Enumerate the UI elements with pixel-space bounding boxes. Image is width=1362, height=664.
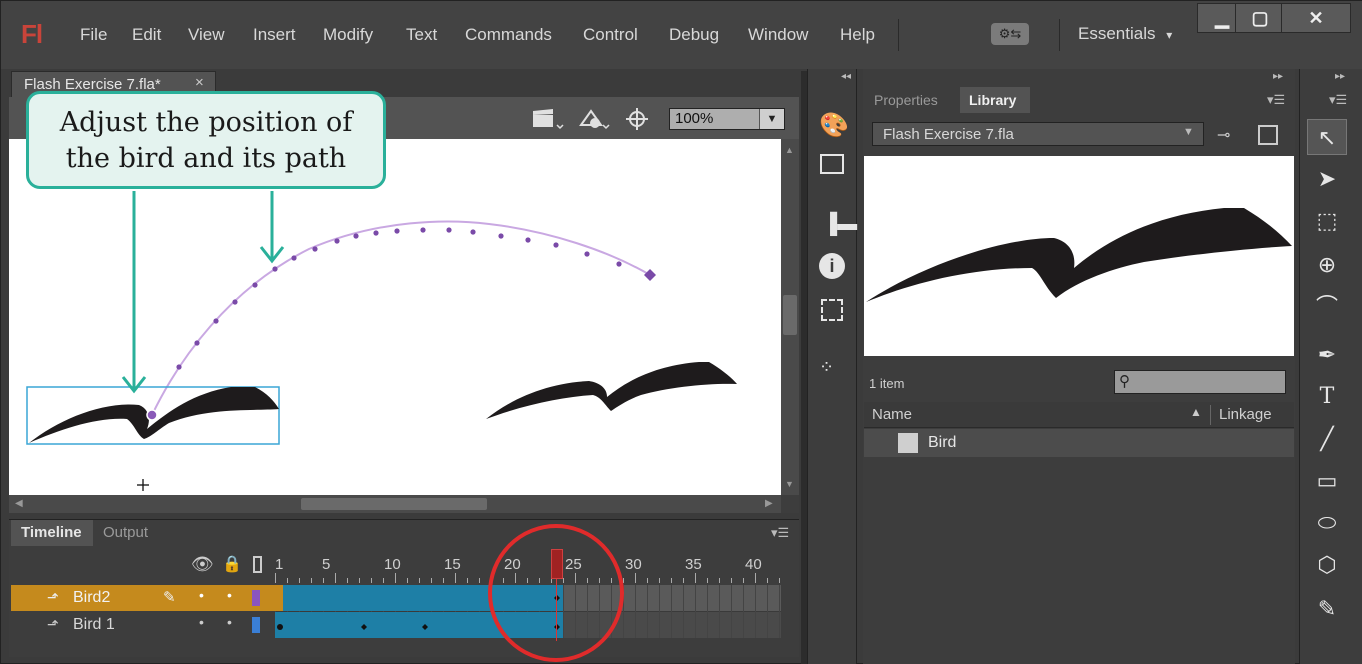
library-search-input[interactable]: ⚲ bbox=[1114, 370, 1286, 394]
pencil-icon: ✎ bbox=[163, 589, 176, 606]
rectangle-tool-icon[interactable]: ▭ bbox=[1307, 463, 1347, 499]
line-tool-icon[interactable]: ╱ bbox=[1307, 421, 1347, 457]
free-transform-tool-icon[interactable]: ⬚ bbox=[1307, 203, 1347, 239]
lasso-tool-icon[interactable]: ⌒ bbox=[1307, 289, 1347, 325]
pin-icon[interactable]: ⊸ bbox=[1217, 125, 1230, 145]
info-icon[interactable]: i bbox=[819, 253, 845, 279]
library-column-header: Name ▲ Linkage bbox=[864, 402, 1294, 428]
crosshair-cursor-icon bbox=[137, 479, 149, 491]
library-item-bird[interactable]: Bird bbox=[864, 429, 1294, 457]
stage-horizontal-scrollbar[interactable]: ◀ ▶ bbox=[9, 495, 781, 513]
color-palette-icon[interactable]: 🎨 bbox=[819, 111, 849, 140]
panel-menu-icon[interactable]: ▾☰ bbox=[1267, 92, 1285, 108]
movie-clip-icon bbox=[898, 433, 918, 453]
layer-row-bird2[interactable]: ⬏ Bird2 ✎ • • bbox=[11, 585, 276, 611]
menu-divider bbox=[898, 19, 899, 51]
menu-help[interactable]: Help bbox=[840, 25, 875, 45]
tab-properties[interactable]: Properties bbox=[874, 92, 938, 108]
pen-tool-icon[interactable]: ✒ bbox=[1307, 337, 1347, 373]
panel-menu-icon[interactable]: ▾☰ bbox=[771, 525, 789, 541]
horizontal-scroll-thumb[interactable] bbox=[301, 498, 487, 510]
swatches-grid-icon[interactable] bbox=[820, 154, 844, 174]
collapse-arrows-icon[interactable]: ◂◂ bbox=[841, 71, 851, 82]
lock-dot[interactable]: • bbox=[227, 614, 232, 630]
chevron-down-icon: ▼ bbox=[1183, 126, 1194, 138]
gears-icon: ⚙⇆ bbox=[998, 26, 1022, 41]
layer-icon: ⬏ bbox=[47, 616, 59, 632]
layer-color-swatch[interactable] bbox=[252, 617, 260, 633]
maximize-button[interactable]: ▢ bbox=[1235, 3, 1285, 33]
scroll-corner bbox=[781, 495, 799, 513]
scroll-up-icon[interactable]: ▲ bbox=[785, 145, 794, 155]
scroll-left-icon[interactable]: ◀ bbox=[15, 498, 23, 509]
library-item-name: Bird bbox=[928, 434, 957, 451]
expand-arrows-icon[interactable]: ▸▸ bbox=[1273, 71, 1283, 82]
tab-timeline[interactable]: Timeline bbox=[11, 520, 93, 546]
menu-divider bbox=[1059, 19, 1060, 51]
show-hide-eye-icon[interactable]: 👁 bbox=[191, 554, 214, 575]
align-icon[interactable]: ▐▬ bbox=[823, 213, 857, 236]
tab-library[interactable]: Library bbox=[960, 87, 1030, 113]
tab-output[interactable]: Output bbox=[103, 524, 148, 541]
layer-name[interactable]: Bird2 bbox=[73, 589, 110, 607]
layer-icon: ⬏ bbox=[47, 589, 59, 605]
new-library-panel-icon[interactable] bbox=[1258, 125, 1278, 145]
oval-tool-icon[interactable]: ⬭ bbox=[1307, 505, 1347, 541]
subselection-tool-icon[interactable]: ➤ bbox=[1307, 161, 1347, 197]
scroll-right-icon[interactable]: ▶ bbox=[765, 498, 773, 509]
lock-icon[interactable]: 🔒 bbox=[222, 554, 242, 574]
playhead-highlight-circle bbox=[488, 524, 624, 662]
close-window-button[interactable]: ✕ bbox=[1281, 3, 1351, 33]
polystar-tool-icon[interactable]: ⬡ bbox=[1307, 547, 1347, 583]
components-icon[interactable]: ⁘ bbox=[819, 357, 834, 378]
callout-arrows bbox=[121, 191, 285, 394]
vertical-scroll-thumb[interactable] bbox=[783, 295, 797, 335]
text-tool-icon[interactable]: T bbox=[1307, 379, 1347, 415]
pencil-tool-icon[interactable]: ✎ bbox=[1307, 591, 1347, 627]
column-linkage[interactable]: Linkage bbox=[1219, 406, 1272, 423]
column-divider bbox=[1210, 405, 1211, 425]
3d-rotation-tool-icon[interactable]: ⊕ bbox=[1307, 247, 1347, 283]
chevron-down-icon: ▾ bbox=[1166, 28, 1173, 42]
workspace-label: Essentials bbox=[1078, 24, 1156, 43]
library-document-select[interactable]: Flash Exercise 7.fla ▼ bbox=[872, 122, 1204, 146]
transform-icon[interactable] bbox=[821, 299, 843, 321]
layer-row-bird1[interactable]: ⬏ Bird 1 • • bbox=[11, 612, 276, 638]
visibility-dot[interactable]: • bbox=[199, 614, 204, 630]
layer-name[interactable]: Bird 1 bbox=[73, 616, 115, 634]
library-document-name: Flash Exercise 7.fla bbox=[883, 126, 1014, 143]
panel-menu-icon[interactable]: ▾☰ bbox=[1329, 92, 1347, 108]
library-item-count: 1 item bbox=[869, 376, 905, 391]
bird-preview-artwork bbox=[866, 208, 1292, 302]
sort-ascending-icon[interactable]: ▲ bbox=[1190, 405, 1202, 419]
first-frame-bird2[interactable] bbox=[275, 585, 283, 611]
expand-arrows-icon[interactable]: ▸▸ bbox=[1335, 71, 1345, 82]
selection-tool-icon[interactable]: ↖ bbox=[1307, 119, 1347, 155]
scroll-down-icon[interactable]: ▼ bbox=[785, 479, 794, 489]
search-icon: ⚲ bbox=[1119, 373, 1130, 390]
stage-vertical-scrollbar[interactable]: ▲ ▼ bbox=[781, 139, 799, 495]
transformation-point[interactable] bbox=[146, 409, 158, 421]
outline-icon[interactable] bbox=[253, 556, 262, 573]
visibility-dot[interactable]: • bbox=[199, 587, 204, 603]
lock-dot[interactable]: • bbox=[227, 587, 232, 603]
workspace-switcher[interactable]: Essentials ▾ bbox=[1078, 24, 1172, 44]
layer-color-swatch[interactable] bbox=[252, 590, 260, 606]
sync-settings-button[interactable]: ⚙⇆ bbox=[991, 23, 1029, 45]
flash-app-window: Fl File Edit View Insert Modify Text Com… bbox=[0, 0, 1362, 664]
column-name[interactable]: Name bbox=[872, 406, 912, 423]
